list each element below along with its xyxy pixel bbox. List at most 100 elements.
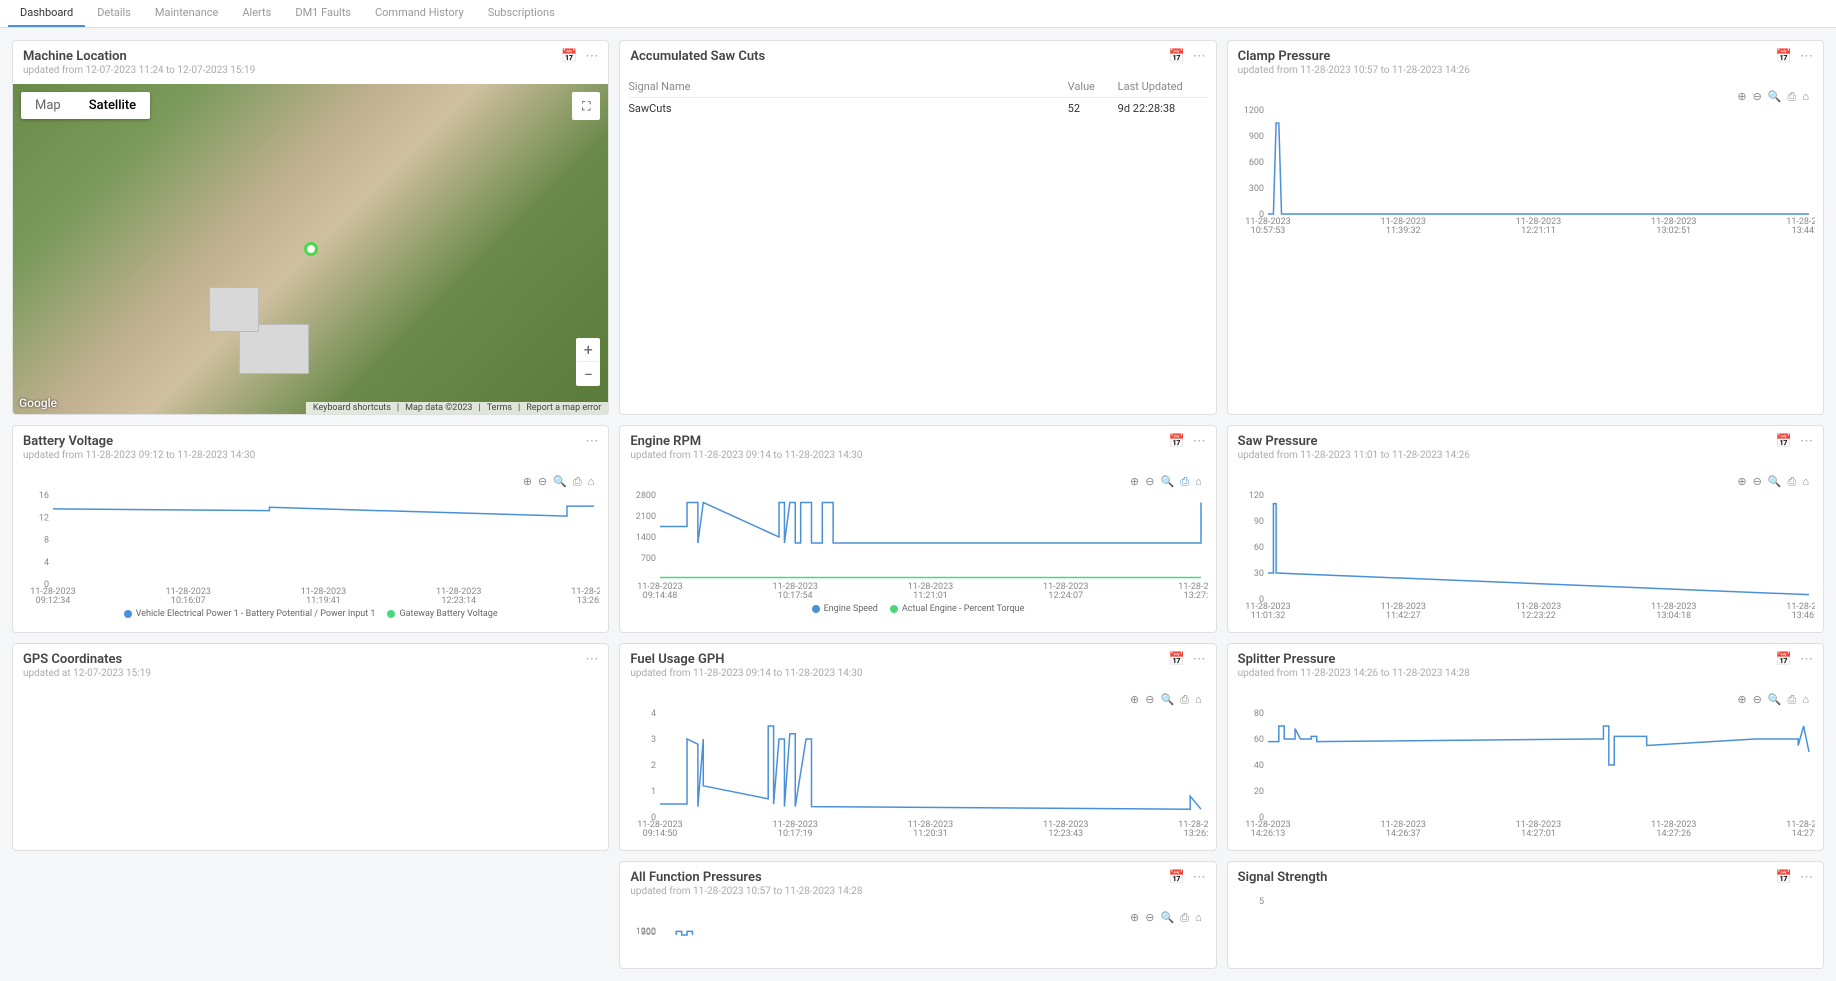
legend-item[interactable]: Vehicle Electrical Power 1 - Battery Pot… <box>124 609 376 619</box>
chart[interactable]: 70014002100280011-28-202309:14:4811-28-2… <box>628 491 1207 601</box>
map-type-map[interactable]: Map <box>21 92 75 119</box>
menu-icon[interactable]: ⋯ <box>1800 870 1813 885</box>
home-icon[interactable]: ⌂ <box>1195 475 1202 489</box>
menu-icon[interactable]: ⋯ <box>1193 434 1206 449</box>
tab-alerts[interactable]: Alerts <box>230 0 283 27</box>
print-icon[interactable]: ⎙ <box>573 475 582 489</box>
chart[interactable]: 9001200 <box>628 927 1207 957</box>
zoom-in-icon[interactable]: ⊕ <box>1737 475 1746 489</box>
zoom-icon[interactable]: 🔍 <box>1160 911 1174 925</box>
menu-icon[interactable]: ⋯ <box>1800 49 1813 64</box>
print-icon[interactable]: ⎙ <box>1180 693 1189 707</box>
calendar-icon[interactable]: 📅 <box>1776 870 1792 885</box>
svg-text:12:21:11: 12:21:11 <box>1521 226 1556 236</box>
svg-text:11:21:01: 11:21:01 <box>913 591 948 601</box>
print-icon[interactable]: ⎙ <box>1788 90 1797 104</box>
menu-icon[interactable]: ⋯ <box>585 652 598 667</box>
calendar-icon[interactable]: 📅 <box>1776 652 1792 667</box>
map-type-satellite[interactable]: Satellite <box>75 92 150 119</box>
home-icon[interactable]: ⌂ <box>1195 693 1202 707</box>
menu-icon[interactable]: ⋯ <box>1800 652 1813 667</box>
tab-command-history[interactable]: Command History <box>363 0 476 27</box>
chart[interactable]: 0300600900120011-28-202310:57:5311-28-20… <box>1236 106 1815 236</box>
calendar-icon[interactable]: 📅 <box>1168 434 1184 449</box>
svg-text:09:12:34: 09:12:34 <box>36 596 71 606</box>
zoom-out-icon[interactable]: ⊖ <box>1145 693 1154 707</box>
calendar-icon[interactable]: 📅 <box>1168 652 1184 667</box>
zoom-out-icon[interactable]: ⊖ <box>538 475 547 489</box>
zoom-icon[interactable]: 🔍 <box>553 475 567 489</box>
map-attr-link[interactable]: Keyboard shortcuts <box>313 403 391 413</box>
map-attr-link[interactable]: Terms <box>487 403 512 413</box>
home-icon[interactable]: ⌂ <box>1802 693 1809 707</box>
zoom-icon[interactable]: 🔍 <box>1768 475 1782 489</box>
svg-text:10:17:19: 10:17:19 <box>778 829 813 839</box>
fullscreen-icon[interactable]: ⛶ <box>572 92 600 120</box>
tab-maintenance[interactable]: Maintenance <box>143 0 231 27</box>
print-icon[interactable]: ⎙ <box>1180 475 1189 489</box>
svg-text:90: 90 <box>1254 517 1264 527</box>
zoom-out-icon[interactable]: ⊖ <box>1753 475 1762 489</box>
zoom-out-icon[interactable]: ⊖ <box>1145 475 1154 489</box>
menu-icon[interactable]: ⋯ <box>1193 652 1206 667</box>
menu-icon[interactable]: ⋯ <box>1193 870 1206 885</box>
svg-text:09:14:50: 09:14:50 <box>643 829 678 839</box>
zoom-out-icon[interactable]: ⊖ <box>1145 911 1154 925</box>
zoom-in-icon[interactable]: ⊕ <box>1737 90 1746 104</box>
zoom-out-icon[interactable]: ⊖ <box>1753 693 1762 707</box>
legend-item[interactable]: Engine Speed <box>812 604 878 614</box>
zoom-in-icon[interactable]: ⊕ <box>523 475 532 489</box>
panel-title: Battery Voltage <box>23 434 255 449</box>
zoom-icon[interactable]: 🔍 <box>1768 90 1782 104</box>
tab-details[interactable]: Details <box>85 0 143 27</box>
legend-item[interactable]: Gateway Battery Voltage <box>387 609 497 619</box>
home-icon[interactable]: ⌂ <box>588 475 595 489</box>
calendar-icon[interactable]: 📅 <box>1168 49 1184 64</box>
calendar-icon[interactable]: 📅 <box>1776 434 1792 449</box>
panel-title: Signal Strength <box>1238 870 1328 885</box>
panel-subtitle: updated from 11-28-2023 09:14 to 11-28-2… <box>630 668 862 679</box>
print-icon[interactable]: ⎙ <box>1788 693 1797 707</box>
map-attr-link[interactable]: Map data ©2023 <box>405 403 472 413</box>
zoom-icon[interactable]: 🔍 <box>1160 475 1174 489</box>
zoom-out-button[interactable]: − <box>576 362 600 386</box>
home-icon[interactable]: ⌂ <box>1195 911 1202 925</box>
zoom-in-icon[interactable]: ⊕ <box>1130 475 1139 489</box>
tab-dm1-faults[interactable]: DM1 Faults <box>283 0 363 27</box>
home-icon[interactable]: ⌂ <box>1802 90 1809 104</box>
chart[interactable]: 0123411-28-202309:14:5011-28-202310:17:1… <box>628 709 1207 839</box>
tab-dashboard[interactable]: Dashboard <box>8 0 85 27</box>
zoom-icon[interactable]: 🔍 <box>1768 693 1782 707</box>
chart[interactable]: 030609012011-28-202311:01:3211-28-202311… <box>1236 491 1815 621</box>
panel-title: Clamp Pressure <box>1238 49 1470 64</box>
calendar-icon[interactable]: 📅 <box>561 49 577 64</box>
chart[interactable]: 5 <box>1236 897 1815 917</box>
panel-title: All Function Pressures <box>630 870 862 885</box>
tab-subscriptions[interactable]: Subscriptions <box>476 0 567 27</box>
chart[interactable]: 048121611-28-202309:12:3411-28-202310:16… <box>21 491 600 606</box>
svg-text:14:26:37: 14:26:37 <box>1386 829 1421 839</box>
calendar-icon[interactable]: 📅 <box>1168 870 1184 885</box>
home-icon[interactable]: ⌂ <box>1802 475 1809 489</box>
svg-text:16: 16 <box>39 491 49 501</box>
print-icon[interactable]: ⎙ <box>1788 475 1797 489</box>
legend-item[interactable]: Actual Engine - Percent Torque <box>890 604 1025 614</box>
panel-engine-rpm: Engine RPM updated from 11-28-2023 09:14… <box>619 425 1216 633</box>
menu-icon[interactable]: ⋯ <box>585 434 598 449</box>
map[interactable]: MapSatellite ⛶ + − Google Keyboard short… <box>13 84 608 414</box>
zoom-in-icon[interactable]: ⊕ <box>1130 693 1139 707</box>
map-type-switch: MapSatellite <box>21 92 150 119</box>
print-icon[interactable]: ⎙ <box>1180 911 1189 925</box>
menu-icon[interactable]: ⋯ <box>1193 49 1206 64</box>
zoom-in-icon[interactable]: ⊕ <box>1130 911 1139 925</box>
map-marker[interactable] <box>304 242 318 256</box>
zoom-in-icon[interactable]: ⊕ <box>1737 693 1746 707</box>
zoom-out-icon[interactable]: ⊖ <box>1753 90 1762 104</box>
zoom-in-button[interactable]: + <box>576 338 600 362</box>
menu-icon[interactable]: ⋯ <box>585 49 598 64</box>
zoom-icon[interactable]: 🔍 <box>1160 693 1174 707</box>
chart[interactable]: 02040608011-28-202314:26:1311-28-202314:… <box>1236 709 1815 839</box>
menu-icon[interactable]: ⋯ <box>1800 434 1813 449</box>
map-attr-link[interactable]: Report a map error <box>526 403 601 413</box>
calendar-icon[interactable]: 📅 <box>1776 49 1792 64</box>
